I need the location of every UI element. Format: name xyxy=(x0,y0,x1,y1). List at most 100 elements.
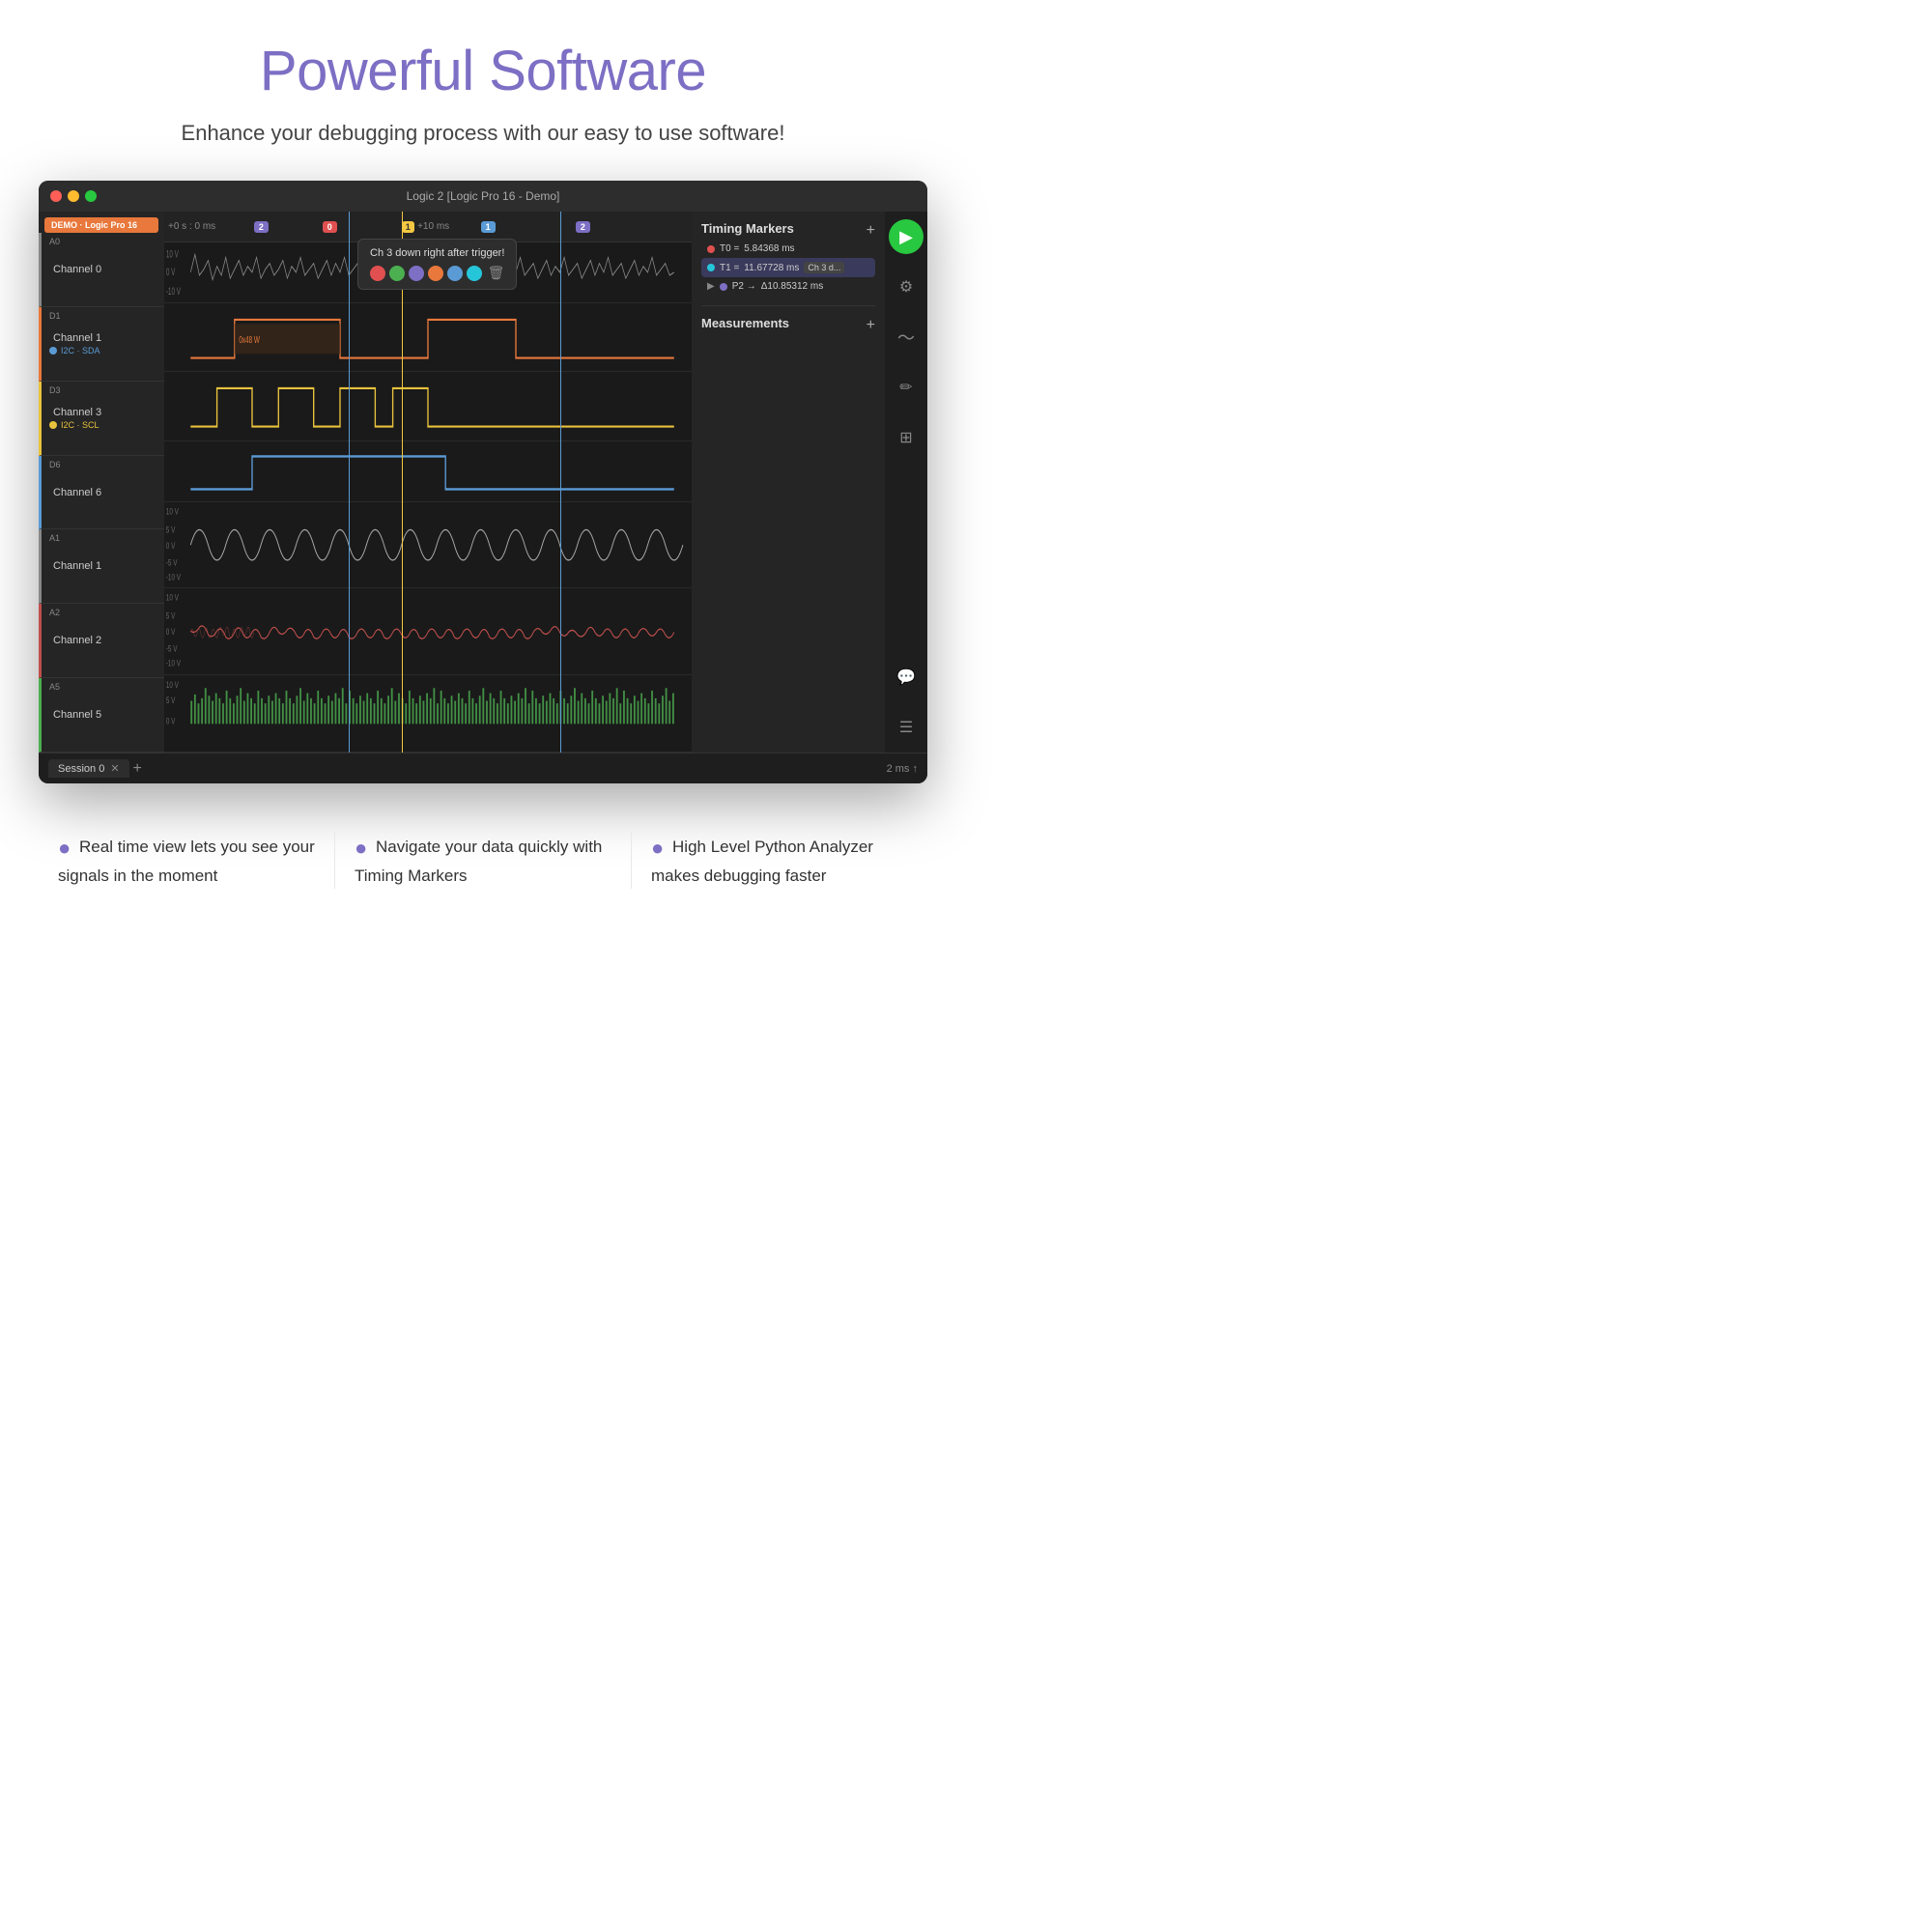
channel-protocol-d1: I2C · SDA xyxy=(49,346,156,355)
page-title: Powerful Software xyxy=(260,39,706,103)
svg-text:-10 V: -10 V xyxy=(166,573,182,582)
timing-value-t0: 5.84368 ms xyxy=(744,243,794,254)
marker-badge-1: 1 xyxy=(481,221,496,233)
feature-navigate-text: ● Navigate your data quickly with Timing… xyxy=(355,832,611,889)
svg-text:-5 V: -5 V xyxy=(166,644,178,654)
channel-id-a0: A0 xyxy=(49,237,60,246)
svg-text:0x48 W: 0x48 W xyxy=(239,333,260,345)
feature-python-text: ● High Level Python Analyzer makes debug… xyxy=(651,832,908,889)
channel-protocol-d3: I2C · SCL xyxy=(49,420,156,430)
right-panel: Timing Markers + T0 = 5.84368 ms T1 = 11… xyxy=(692,212,885,753)
bullet-navigate: ● xyxy=(355,836,367,860)
arrow-p2[interactable]: ▶ xyxy=(707,281,715,292)
marker-blue[interactable] xyxy=(447,266,463,281)
timing-entry-p2: ▶ P2 → Δ10.85312 ms xyxy=(701,277,875,296)
tab-list: Session 0 ✕ + xyxy=(48,759,142,778)
settings-icon[interactable]: ⚙ xyxy=(889,270,923,304)
feature-python: ● High Level Python Analyzer makes debug… xyxy=(632,832,927,889)
icon-bar: ▶ ⚙ 〜 ✏ ⊞ 💬 ☰ xyxy=(885,212,927,753)
channel-name-a2: Channel 2 xyxy=(53,635,156,646)
protocol-dot-d1 xyxy=(49,347,57,355)
feature-navigate: ● Navigate your data quickly with Timing… xyxy=(335,832,632,889)
trash-icon[interactable]: 🗑 xyxy=(488,265,505,281)
timing-dot-t1 xyxy=(707,264,715,271)
svg-text:0 V: 0 V xyxy=(166,266,176,277)
svg-text:10 V: 10 V xyxy=(166,506,180,516)
timing-markers-header: Timing Markers + xyxy=(701,221,875,240)
svg-text:5 V: 5 V xyxy=(166,611,176,621)
minimize-dot[interactable] xyxy=(68,190,79,202)
waveform-ch6 xyxy=(164,441,692,502)
waveform-ch3 xyxy=(164,372,692,441)
timing-entry-t1: T1 = 11.67728 ms Ch 3 d... xyxy=(701,258,875,277)
svg-text:5 V: 5 V xyxy=(166,696,176,705)
timing-tag-t1: Ch 3 d... xyxy=(804,262,844,273)
timing-value-t1: 11.67728 ms xyxy=(744,263,799,273)
svg-text:5 V: 5 V xyxy=(166,525,176,534)
channel-rows: 10 V 0 V -10 V 0x48 W xyxy=(164,242,692,753)
tooltip-text: Ch 3 down right after trigger! xyxy=(370,247,504,259)
svg-text:10 V: 10 V xyxy=(166,680,180,690)
tab-session0[interactable]: Session 0 ✕ xyxy=(48,759,129,778)
feature-realtime: ● Real time view lets you see your signa… xyxy=(39,832,335,889)
cursor-blue-right xyxy=(560,212,561,753)
waveform-a5: 10 V 5 V 0 V xyxy=(164,675,692,753)
tab-session0-label: Session 0 xyxy=(58,763,104,775)
wave-icon[interactable]: 〜 xyxy=(889,320,923,355)
channel-row-d1: D1 Channel 1 I2C · SDA xyxy=(39,307,164,382)
page-subtitle: Enhance your debugging process with our … xyxy=(182,121,785,146)
timing-id-t1: T1 = xyxy=(720,263,739,273)
grid-icon[interactable]: ⊞ xyxy=(889,420,923,455)
timing-id-p2: P2 → xyxy=(732,281,756,292)
waveform-a1: 10 V 5 V 0 V -5 V -10 V xyxy=(164,502,692,588)
svg-text:10 V: 10 V xyxy=(166,593,180,603)
marker-green[interactable] xyxy=(389,266,405,281)
play-button[interactable]: ▶ xyxy=(889,219,923,254)
demo-badge: DEMO · Logic Pro 16 xyxy=(44,217,158,233)
channel-name-a5: Channel 5 xyxy=(53,709,156,721)
chat-icon[interactable]: 💬 xyxy=(889,660,923,695)
bullet-python: ● xyxy=(651,836,664,860)
protocol-label-d3: I2C · SCL xyxy=(61,420,99,430)
add-measurement-button[interactable]: + xyxy=(867,317,875,334)
marker-orange[interactable] xyxy=(428,266,443,281)
channel-row-a5: A5 Channel 5 xyxy=(39,678,164,753)
menu-icon[interactable]: ☰ xyxy=(889,710,923,745)
marker-badge-2right: 2 xyxy=(576,221,590,233)
maximize-dot[interactable] xyxy=(85,190,97,202)
marker-red[interactable] xyxy=(370,266,385,281)
feature-realtime-label: Real time view lets you see your signals… xyxy=(58,838,315,885)
channel-name-a1: Channel 1 xyxy=(53,560,156,572)
pencil-icon[interactable]: ✏ xyxy=(889,370,923,405)
channel-id-a5: A5 xyxy=(49,682,60,692)
window-title: Logic 2 [Logic Pro 16 - Demo] xyxy=(407,189,560,203)
window-controls xyxy=(50,190,97,202)
channel-id-a1: A1 xyxy=(49,533,60,543)
bullet-realtime: ● xyxy=(58,836,71,860)
channel-row-a1: A1 Channel 1 xyxy=(39,529,164,604)
channel-row-a0: A0 Channel 0 xyxy=(39,233,164,307)
add-timing-marker-button[interactable]: + xyxy=(867,222,875,240)
protocol-dot-d3 xyxy=(49,421,57,429)
marker-teal[interactable] xyxy=(467,266,482,281)
tab-close-button[interactable]: ✕ xyxy=(110,762,119,775)
protocol-label-d1: I2C · SDA xyxy=(61,346,100,355)
timing-markers-title: Timing Markers xyxy=(701,221,794,236)
close-dot[interactable] xyxy=(50,190,62,202)
svg-text:0 V: 0 V xyxy=(166,627,176,637)
time-label: +0 s : 0 ms xyxy=(168,221,215,232)
measurements-section: Measurements + xyxy=(701,316,875,334)
tooltip-markers: 🗑 xyxy=(370,265,504,281)
marker-badge-0: 0 xyxy=(323,221,337,233)
channel-name-d3: Channel 3 xyxy=(53,407,156,418)
timing-dot-t0 xyxy=(707,245,715,253)
channel-row-a2: A2 Channel 2 xyxy=(39,604,164,678)
feature-realtime-text: ● Real time view lets you see your signa… xyxy=(58,832,315,889)
svg-text:10 V: 10 V xyxy=(166,248,179,260)
marker-purple[interactable] xyxy=(409,266,424,281)
title-bar: Logic 2 [Logic Pro 16 - Demo] xyxy=(39,181,927,212)
channel-name-d6: Channel 6 xyxy=(53,487,156,498)
new-tab-button[interactable]: + xyxy=(133,760,142,778)
svg-text:0 V: 0 V xyxy=(166,716,176,725)
channel-id-d1: D1 xyxy=(49,311,61,321)
